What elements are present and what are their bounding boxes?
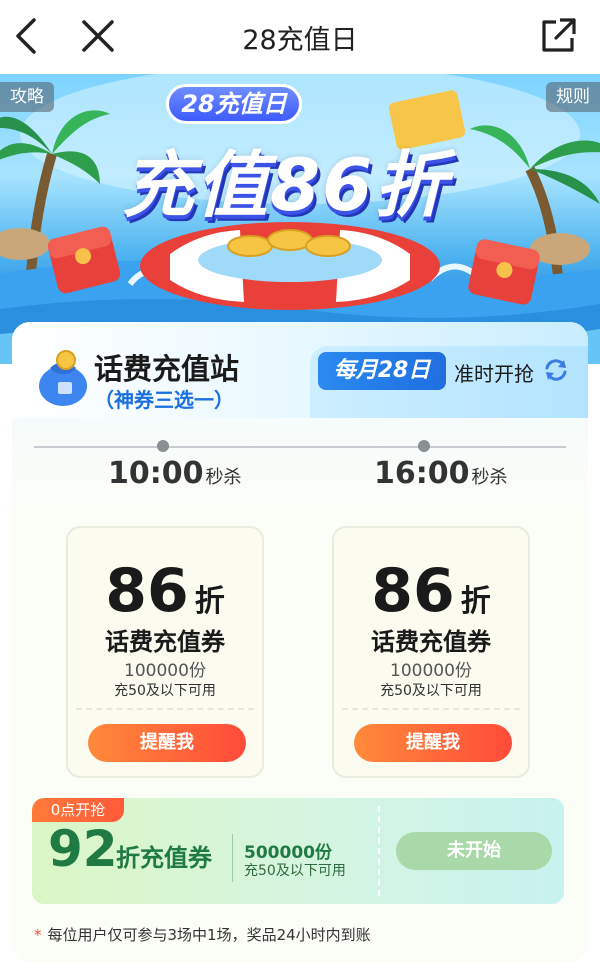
not-started-button[interactable]: 未开始 [396, 832, 552, 870]
coupon-discount-value: 86 [105, 556, 189, 626]
coupon-card-16: 86 折 话费充值券 100000份 充50及以下可用 提醒我 [332, 526, 530, 778]
card-header: 话费充值站 （神券三选一） 每月28日 准时开抢 [12, 322, 588, 418]
coupon-discount-unit: 折 [194, 584, 225, 619]
coupon-divider [342, 708, 520, 710]
session-timeline [34, 446, 566, 448]
midnight-perforation [378, 806, 380, 896]
recharge-station-card: 话费充值站 （神券三选一） 每月28日 准时开抢 10:00 秒杀 16:00 秒杀… [12, 322, 588, 962]
coupon-discount: 86 折 [334, 556, 528, 626]
note-asterisk: * [34, 926, 42, 944]
session-time-suffix: 秒杀 [205, 467, 242, 488]
timeline-dot-16 [418, 440, 430, 452]
session-time-suffix: 秒杀 [471, 467, 508, 488]
top-nav-bar: 28充值日 [0, 0, 600, 74]
midnight-discount: 92 [48, 820, 118, 878]
participation-note: * 每位用户仅可参与3场中1场，奖品24小时内到账 [34, 924, 371, 945]
remind-me-button[interactable]: 提醒我 [354, 724, 512, 762]
coupon-discount-value: 86 [371, 556, 455, 626]
hero-headline: 充值86折 [122, 143, 449, 227]
timeline-dot-10 [157, 440, 169, 452]
midnight-condition: 充50及以下可用 [244, 863, 346, 879]
coupon-card-10: 86 折 话费充值券 100000份 充50及以下可用 提醒我 [66, 526, 264, 778]
money-bag-icon [39, 350, 87, 406]
coupon-discount-unit: 折 [460, 584, 491, 619]
session-time-value: 10:00 [108, 456, 204, 491]
page-title: 28充值日 [242, 25, 358, 56]
midnight-coupon-name: 折充值券 [116, 844, 212, 872]
session-time-16: 16:00 秒杀 [374, 456, 508, 491]
remind-me-button[interactable]: 提醒我 [88, 724, 246, 762]
station-subtitle: （神券三选一） [94, 388, 234, 412]
session-time-value: 16:00 [374, 456, 470, 491]
monthly-date-badge: 每月28日 [318, 352, 446, 390]
rules-button[interactable]: 规则 [546, 82, 600, 112]
station-title: 话费充值站 [94, 352, 240, 386]
coupon-name: 话费充值券 [105, 628, 225, 656]
share-icon[interactable] [536, 14, 580, 58]
coupon-count: 100000份 [124, 661, 206, 681]
session-time-10: 10:00 秒杀 [108, 456, 242, 491]
coupon-discount: 86 折 [68, 556, 262, 626]
midnight-coupon-card: 0点开抢 92 折充值券 500000份 充50及以下可用 未开始 [32, 798, 564, 904]
coupon-count: 100000份 [390, 661, 472, 681]
coupon-condition: 充50及以下可用 [380, 683, 482, 699]
note-text: 每位用户仅可参与3场中1场，奖品24小时内到账 [47, 926, 371, 944]
midnight-divider [232, 834, 233, 882]
guide-button[interactable]: 攻略 [0, 82, 54, 112]
coupon-condition: 充50及以下可用 [114, 683, 216, 699]
ontime-start-text: 准时开抢 [454, 362, 534, 386]
coupon-name: 话费充值券 [371, 628, 491, 656]
midnight-start-tag: 0点开抢 [32, 798, 124, 822]
hero-banner: 攻略 规则 28充值日 充值86折 [0, 74, 600, 364]
refresh-icon[interactable] [542, 356, 570, 384]
coupon-divider [76, 708, 254, 710]
hero-event-badge: 28充值日 [166, 84, 302, 124]
